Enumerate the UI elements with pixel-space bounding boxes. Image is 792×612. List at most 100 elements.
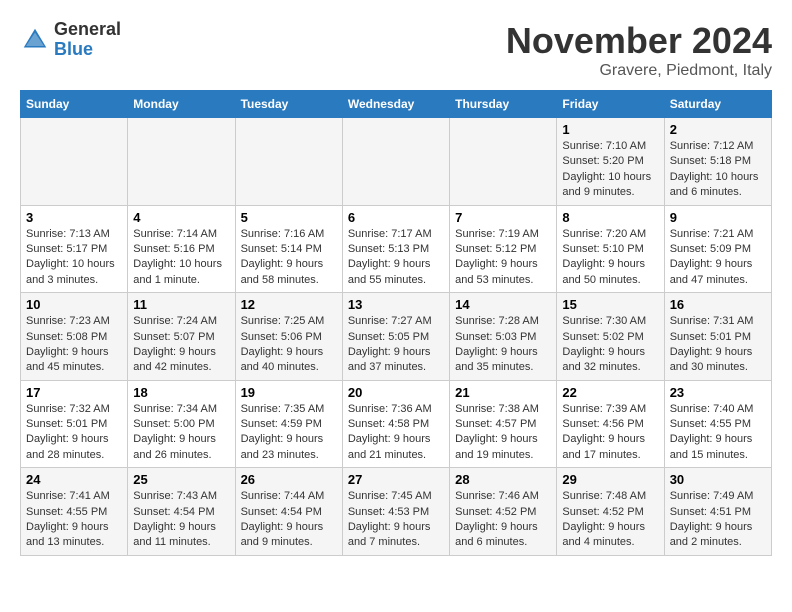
table-row xyxy=(21,118,128,206)
day-number: 25 xyxy=(133,472,229,487)
day-info: Sunrise: 7:12 AM Sunset: 5:18 PM Dayligh… xyxy=(670,139,766,201)
day-info: Sunrise: 7:20 AM Sunset: 5:10 PM Dayligh… xyxy=(562,227,658,289)
title-section: November 2024 Gravere, Piedmont, Italy xyxy=(506,20,772,80)
table-row: 11Sunrise: 7:24 AM Sunset: 5:07 PM Dayli… xyxy=(128,293,235,381)
day-number: 3 xyxy=(26,210,122,225)
day-info: Sunrise: 7:10 AM Sunset: 5:20 PM Dayligh… xyxy=(562,139,658,201)
day-info: Sunrise: 7:41 AM Sunset: 4:55 PM Dayligh… xyxy=(26,489,122,551)
table-row: 3 Sunrise: 7:13 AM Sunset: 5:17 PM Daylig… xyxy=(21,205,128,293)
day-info: Sunrise: 7:14 AM Sunset: 5:16 PM Dayligh… xyxy=(133,227,229,289)
table-row xyxy=(128,118,235,206)
day-number: 27 xyxy=(348,472,444,487)
day-number: 17 xyxy=(26,385,122,400)
col-thursday: Thursday xyxy=(450,91,557,118)
table-row: 7 Sunrise: 7:19 AM Sunset: 5:12 PM Daylig… xyxy=(450,205,557,293)
day-info: Sunrise: 7:49 AM Sunset: 4:51 PM Dayligh… xyxy=(670,489,766,551)
day-info: Sunrise: 7:13 AM Sunset: 5:17 PM Dayligh… xyxy=(26,227,122,289)
day-number: 26 xyxy=(241,472,337,487)
day-number: 24 xyxy=(26,472,122,487)
day-info: Sunrise: 7:38 AM Sunset: 4:57 PM Dayligh… xyxy=(455,402,551,464)
day-info: Sunrise: 7:30 AM Sunset: 5:02 PM Dayligh… xyxy=(562,314,658,376)
day-number: 30 xyxy=(670,472,766,487)
table-row: 24 Sunrise: 7:41 AM Sunset: 4:55 PM Dayli… xyxy=(21,468,128,556)
table-row: 2 Sunrise: 7:12 AM Sunset: 5:18 PM Daylig… xyxy=(664,118,771,206)
table-row: 23 Sunrise: 7:40 AM Sunset: 4:55 PM Dayli… xyxy=(664,380,771,468)
table-row: 17 Sunrise: 7:32 AM Sunset: 5:01 PM Dayli… xyxy=(21,380,128,468)
day-info: Sunrise: 7:19 AM Sunset: 5:12 PM Dayligh… xyxy=(455,227,551,289)
day-number: 8 xyxy=(562,210,658,225)
table-row xyxy=(235,118,342,206)
day-number: 5 xyxy=(241,210,337,225)
col-wednesday: Wednesday xyxy=(342,91,449,118)
table-row: 22Sunrise: 7:39 AM Sunset: 4:56 PM Dayli… xyxy=(557,380,664,468)
day-number: 18 xyxy=(133,385,229,400)
day-info: Sunrise: 7:48 AM Sunset: 4:52 PM Dayligh… xyxy=(562,489,658,551)
table-row: 21Sunrise: 7:38 AM Sunset: 4:57 PM Dayli… xyxy=(450,380,557,468)
calendar-header: Sunday Monday Tuesday Wednesday Thursday… xyxy=(21,91,772,118)
calendar-body: 1 Sunrise: 7:10 AM Sunset: 5:20 PM Daylig… xyxy=(21,118,772,556)
col-monday: Monday xyxy=(128,91,235,118)
col-sunday: Sunday xyxy=(21,91,128,118)
day-info: Sunrise: 7:34 AM Sunset: 5:00 PM Dayligh… xyxy=(133,402,229,464)
day-info: Sunrise: 7:40 AM Sunset: 4:55 PM Dayligh… xyxy=(670,402,766,464)
day-number: 22 xyxy=(562,385,658,400)
month-title: November 2024 xyxy=(506,20,772,62)
table-row: 26 Sunrise: 7:44 AM Sunset: 4:54 PM Dayli… xyxy=(235,468,342,556)
day-number: 14 xyxy=(455,297,551,312)
header-row: Sunday Monday Tuesday Wednesday Thursday… xyxy=(21,91,772,118)
day-info: Sunrise: 7:31 AM Sunset: 5:01 PM Dayligh… xyxy=(670,314,766,376)
day-number: 10 xyxy=(26,297,122,312)
day-info: Sunrise: 7:44 AM Sunset: 4:54 PM Dayligh… xyxy=(241,489,337,551)
table-row: 8 Sunrise: 7:20 AM Sunset: 5:10 PM Daylig… xyxy=(557,205,664,293)
day-number: 11 xyxy=(133,297,229,312)
col-tuesday: Tuesday xyxy=(235,91,342,118)
table-row: 6 Sunrise: 7:17 AM Sunset: 5:13 PM Daylig… xyxy=(342,205,449,293)
day-info: Sunrise: 7:23 AM Sunset: 5:08 PM Dayligh… xyxy=(26,314,122,376)
table-row: 16Sunrise: 7:31 AM Sunset: 5:01 PM Dayli… xyxy=(664,293,771,381)
day-info: Sunrise: 7:21 AM Sunset: 5:09 PM Dayligh… xyxy=(670,227,766,289)
table-row: 12 Sunrise: 7:25 AM Sunset: 5:06 PM Dayli… xyxy=(235,293,342,381)
day-info: Sunrise: 7:16 AM Sunset: 5:14 PM Dayligh… xyxy=(241,227,337,289)
logo-icon xyxy=(20,25,50,55)
logo-blue-text: Blue xyxy=(54,40,121,60)
day-info: Sunrise: 7:25 AM Sunset: 5:06 PM Dayligh… xyxy=(241,314,337,376)
day-number: 2 xyxy=(670,122,766,137)
day-number: 19 xyxy=(241,385,337,400)
day-info: Sunrise: 7:35 AM Sunset: 4:59 PM Dayligh… xyxy=(241,402,337,464)
table-row: 20Sunrise: 7:36 AM Sunset: 4:58 PM Dayli… xyxy=(342,380,449,468)
location-text: Gravere, Piedmont, Italy xyxy=(506,62,772,80)
table-row: 1 Sunrise: 7:10 AM Sunset: 5:20 PM Daylig… xyxy=(557,118,664,206)
calendar-week-4: 17 Sunrise: 7:32 AM Sunset: 5:01 PM Dayli… xyxy=(21,380,772,468)
col-friday: Friday xyxy=(557,91,664,118)
table-row: 28 Sunrise: 7:46 AM Sunset: 4:52 PM Dayli… xyxy=(450,468,557,556)
day-number: 29 xyxy=(562,472,658,487)
day-number: 9 xyxy=(670,210,766,225)
logo-general-text: General xyxy=(54,20,121,40)
table-row: 15 Sunrise: 7:30 AM Sunset: 5:02 PM Dayli… xyxy=(557,293,664,381)
day-number: 7 xyxy=(455,210,551,225)
table-row: 30 Sunrise: 7:49 AM Sunset: 4:51 PM Dayli… xyxy=(664,468,771,556)
day-info: Sunrise: 7:17 AM Sunset: 5:13 PM Dayligh… xyxy=(348,227,444,289)
table-row xyxy=(450,118,557,206)
day-info: Sunrise: 7:46 AM Sunset: 4:52 PM Dayligh… xyxy=(455,489,551,551)
day-number: 23 xyxy=(670,385,766,400)
table-row: 19 Sunrise: 7:35 AM Sunset: 4:59 PM Dayli… xyxy=(235,380,342,468)
day-number: 15 xyxy=(562,297,658,312)
day-info: Sunrise: 7:27 AM Sunset: 5:05 PM Dayligh… xyxy=(348,314,444,376)
day-info: Sunrise: 7:32 AM Sunset: 5:01 PM Dayligh… xyxy=(26,402,122,464)
day-info: Sunrise: 7:43 AM Sunset: 4:54 PM Dayligh… xyxy=(133,489,229,551)
table-row: 5 Sunrise: 7:16 AM Sunset: 5:14 PM Daylig… xyxy=(235,205,342,293)
table-row: 27Sunrise: 7:45 AM Sunset: 4:53 PM Dayli… xyxy=(342,468,449,556)
logo: General Blue xyxy=(20,20,121,60)
day-number: 12 xyxy=(241,297,337,312)
table-row: 9 Sunrise: 7:21 AM Sunset: 5:09 PM Daylig… xyxy=(664,205,771,293)
calendar-week-5: 24 Sunrise: 7:41 AM Sunset: 4:55 PM Dayli… xyxy=(21,468,772,556)
day-info: Sunrise: 7:28 AM Sunset: 5:03 PM Dayligh… xyxy=(455,314,551,376)
day-number: 1 xyxy=(562,122,658,137)
table-row: 25 Sunrise: 7:43 AM Sunset: 4:54 PM Dayli… xyxy=(128,468,235,556)
table-row: 13Sunrise: 7:27 AM Sunset: 5:05 PM Dayli… xyxy=(342,293,449,381)
calendar-table: Sunday Monday Tuesday Wednesday Thursday… xyxy=(20,90,772,556)
day-number: 28 xyxy=(455,472,551,487)
day-number: 6 xyxy=(348,210,444,225)
table-row: 4Sunrise: 7:14 AM Sunset: 5:16 PM Daylig… xyxy=(128,205,235,293)
